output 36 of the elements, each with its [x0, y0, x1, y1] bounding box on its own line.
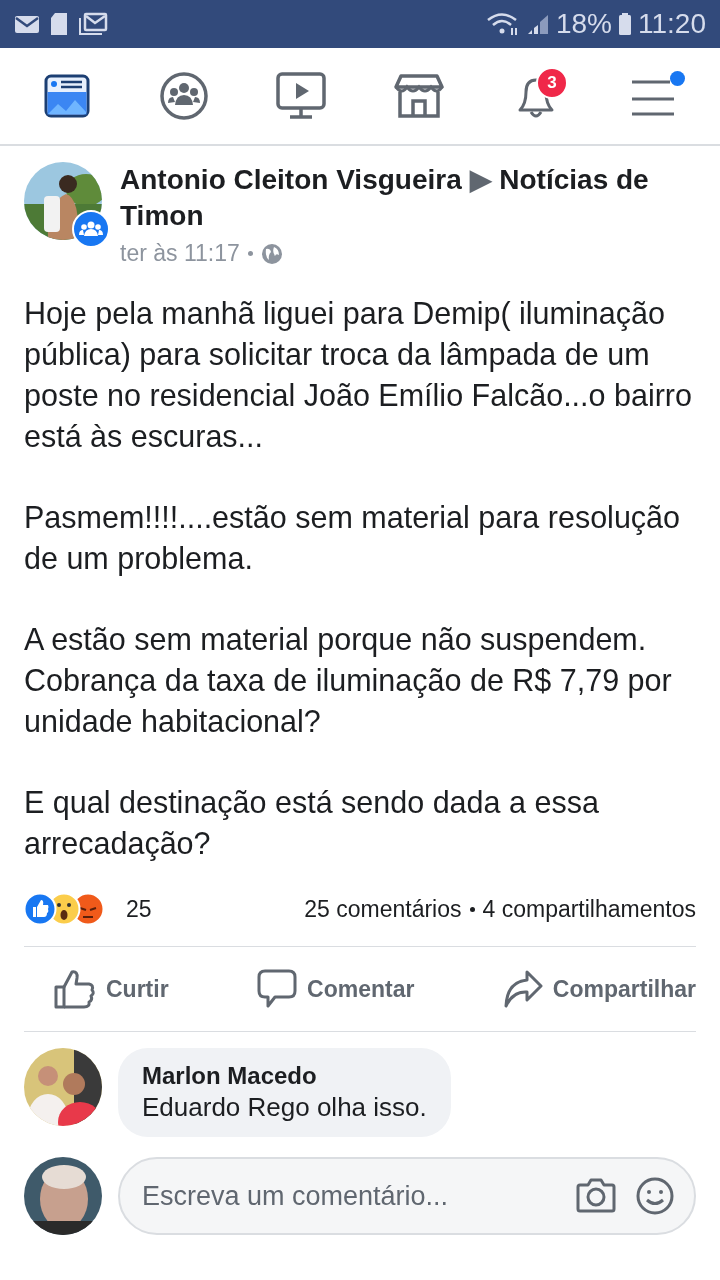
post-paragraph: Hoje pela manhã liguei para Demip( iluminação pública) para solicitar troca da lâmpada de um poste no residencial João Emílio Falcão...o bairro está às escuras...	[24, 295, 693, 455]
speech-bubble-icon	[257, 969, 298, 1009]
comment-text: Eduardo Rego olha isso.	[142, 1092, 427, 1123]
bullet-icon	[469, 906, 475, 912]
comments-count[interactable]: 25 comentários	[304, 895, 462, 923]
shares-count[interactable]: 4 compartilhamentos	[482, 895, 696, 923]
post-paragraph: A estão sem material porque não suspendem. Cobrança da taxa de iluminação de R$ 7,79 por unidade habitacional?	[24, 621, 673, 740]
news-feed-icon	[43, 74, 90, 118]
video-icon	[276, 72, 327, 120]
notification-badge: 3	[535, 67, 568, 99]
post-title[interactable]: Antonio Cleiton Visgueira ▶ Notícias de Timon	[120, 162, 696, 234]
bullet-icon	[247, 251, 253, 256]
groups-icon	[159, 71, 209, 121]
reactions-count[interactable]: 25	[126, 895, 152, 923]
mail-icon	[14, 14, 40, 34]
sd-card-icon	[50, 12, 68, 36]
comment-field[interactable]: Escreva um comentário...	[118, 1157, 696, 1235]
clock: 11:20	[638, 8, 706, 40]
battery-icon	[618, 12, 632, 36]
emoji-icon[interactable]	[636, 1177, 674, 1215]
nav-tab[interactable]: 3	[485, 61, 586, 131]
action-button[interactable]: Curtir	[54, 965, 169, 1013]
post-paragraph: E qual destinação está sendo dada a essa arrecadação?	[24, 784, 600, 863]
group-badge-icon	[72, 210, 110, 248]
camera-icon[interactable]	[576, 1177, 616, 1213]
action-button[interactable]: Comentar	[257, 965, 415, 1013]
wifi-icon	[485, 12, 520, 36]
mail-stack-icon	[78, 12, 108, 36]
shop-icon	[393, 73, 444, 119]
battery-percent: 18%	[555, 8, 612, 40]
thumbs-up-icon	[54, 969, 96, 1009]
commenter-name[interactable]: Marlon Macedo	[142, 1062, 427, 1090]
post-paragraph: Pasmem!!!!....estão sem material para resolução de um problema.	[24, 499, 682, 578]
share-arrow-icon	[502, 969, 543, 1009]
globe-icon	[260, 242, 283, 265]
action-button[interactable]: Compartilhar	[502, 965, 696, 1013]
